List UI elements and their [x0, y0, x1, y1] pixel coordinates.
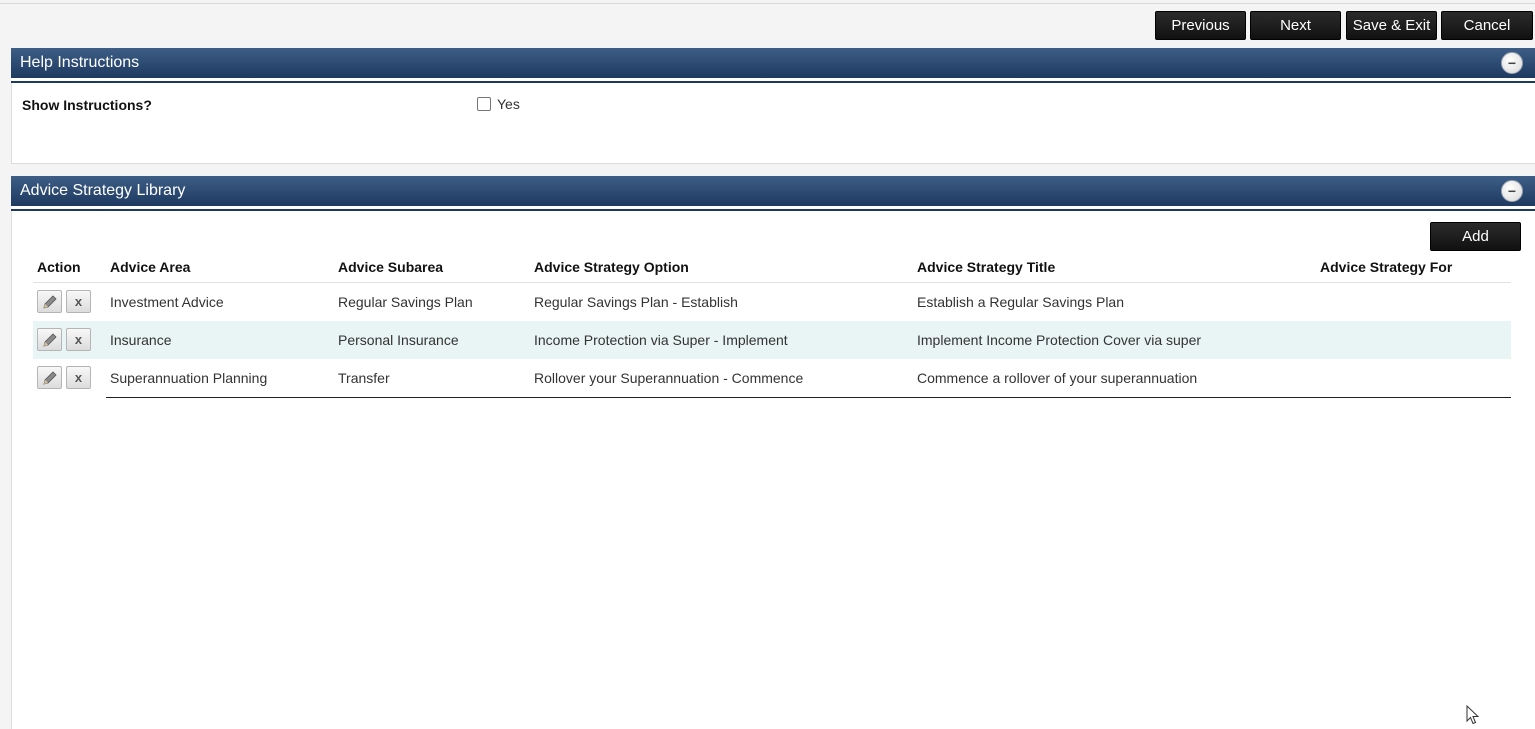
advice-area-cell: Superannuation Planning — [110, 370, 268, 386]
show-instructions-label: Show Instructions? — [22, 97, 152, 113]
yes-label: Yes — [497, 96, 520, 112]
help-instructions-header: Help Instructions − — [11, 48, 1535, 83]
advice-strategy-library-title: Advice Strategy Library — [20, 182, 186, 199]
table-row: x Investment Advice Regular Savings Plan… — [33, 283, 1511, 321]
column-header-action: Action — [37, 259, 81, 275]
help-instructions-body: Show Instructions? Yes — [11, 83, 1535, 164]
close-icon[interactable]: x — [66, 366, 91, 389]
previous-button[interactable]: Previous — [1155, 11, 1246, 40]
show-instructions-option[interactable]: Yes — [477, 96, 520, 112]
pencil-icon[interactable] — [37, 366, 62, 389]
column-header-strategy-option[interactable]: Advice Strategy Option — [534, 259, 689, 275]
strategy-title-cell: Establish a Regular Savings Plan — [917, 294, 1125, 310]
pencil-icon[interactable] — [37, 290, 62, 313]
column-header-advice-subarea[interactable]: Advice Subarea — [338, 259, 443, 275]
pencil-icon[interactable] — [37, 328, 62, 351]
table-row: x Insurance Personal Insurance Income Pr… — [33, 321, 1511, 359]
next-button[interactable]: Next — [1250, 11, 1341, 40]
save-exit-button[interactable]: Save & Exit — [1346, 11, 1437, 40]
cancel-button[interactable]: Cancel — [1441, 11, 1533, 40]
add-strategy-button[interactable]: Add — [1430, 222, 1521, 251]
column-header-strategy-title[interactable]: Advice Strategy Title — [917, 259, 1055, 275]
advice-strategy-library-header: Advice Strategy Library − — [11, 176, 1535, 211]
collapse-help-icon[interactable]: − — [1501, 52, 1523, 74]
column-header-strategy-for[interactable]: Advice Strategy For — [1320, 259, 1452, 275]
strategy-title-cell: Commence a rollover of your superannuati… — [917, 370, 1198, 386]
show-instructions-checkbox[interactable] — [477, 97, 491, 111]
help-instructions-title: Help Instructions — [20, 54, 140, 71]
close-icon[interactable]: x — [66, 328, 91, 351]
strategy-option-cell: Regular Savings Plan - Establish — [534, 294, 738, 310]
advice-subarea-cell: Personal Insurance — [338, 332, 459, 348]
strategy-title-cell: Implement Income Protection Cover via su… — [917, 332, 1202, 348]
advice-area-cell: Investment Advice — [110, 294, 224, 310]
advice-subarea-cell: Regular Savings Plan — [338, 294, 473, 310]
strategy-option-cell: Income Protection via Super - Implement — [534, 332, 788, 348]
advice-area-cell: Insurance — [110, 332, 172, 348]
mouse-pointer-icon — [1466, 705, 1480, 725]
strategy-option-cell: Rollover your Superannuation - Commence — [534, 370, 804, 386]
close-icon[interactable]: x — [66, 290, 91, 313]
advice-subarea-cell: Transfer — [338, 370, 390, 386]
top-divider — [0, 3, 1535, 4]
table-bottom-divider — [106, 397, 1511, 398]
column-header-advice-area[interactable]: Advice Area — [110, 259, 190, 275]
collapse-library-icon[interactable]: − — [1501, 180, 1523, 202]
table-row: x Superannuation Planning Transfer Rollo… — [33, 359, 1511, 397]
